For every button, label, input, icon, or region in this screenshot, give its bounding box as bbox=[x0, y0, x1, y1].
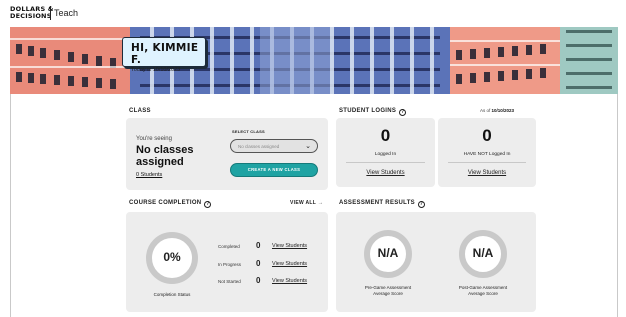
completion-status-caption: Completion Status bbox=[153, 292, 191, 297]
seeing-label: You're seeing bbox=[136, 136, 172, 142]
student-logins-title: STUDENT LOGINS bbox=[339, 108, 397, 114]
status-row-view-students-link[interactable]: View Students bbox=[272, 261, 307, 267]
greeting-card: HI, KIMMIE F. Today is 10/10/2023 bbox=[122, 37, 206, 73]
post-assessment-score: N/A bbox=[472, 246, 494, 260]
logged-in-divider bbox=[346, 162, 425, 163]
brand-logo[interactable]: DOLLARS & DECISIONS bbox=[10, 6, 54, 20]
status-row-count: 0 bbox=[256, 259, 261, 268]
greeting-title: HI, KIMMIE F. bbox=[131, 42, 199, 66]
building-illustration bbox=[10, 16, 618, 94]
logged-in-count: 0 bbox=[380, 126, 391, 145]
chevron-down-icon: ⌄ bbox=[305, 143, 311, 150]
course-completion-title: COURSE COMPLETION bbox=[129, 200, 202, 206]
student-logins-heading: STUDENT LOGINS? bbox=[339, 108, 407, 116]
post-assessment-caption-line2: Average Score bbox=[468, 291, 498, 296]
logged-in-label: Logged In bbox=[374, 152, 397, 157]
logo-line-2: DECISIONS bbox=[10, 12, 52, 20]
status-row-view-students-link[interactable]: View Students bbox=[272, 243, 307, 249]
status-row-count: 0 bbox=[256, 276, 261, 285]
as-of-date: As of 10/10/2023 bbox=[480, 108, 514, 113]
status-row-count: 0 bbox=[256, 241, 261, 250]
help-icon[interactable]: ? bbox=[204, 201, 212, 208]
greeting-date: Today is 10/10/2023 bbox=[131, 67, 181, 73]
course-completion-heading: COURSE COMPLETION? bbox=[129, 200, 212, 208]
view-all-link[interactable]: VIEW ALL → bbox=[290, 200, 323, 206]
logo-divider bbox=[50, 6, 51, 20]
not-logged-in-divider bbox=[448, 162, 526, 163]
top-bar: DOLLARS & DECISIONS Teach bbox=[0, 0, 626, 27]
class-select-value: No classes assigned bbox=[238, 144, 280, 149]
assessment-heading: ASSESSMENT RESULTS? bbox=[339, 200, 425, 208]
help-icon[interactable]: ? bbox=[417, 201, 425, 208]
status-row-label: In Progress bbox=[218, 262, 242, 267]
content-border-right bbox=[617, 94, 618, 317]
assessment-title: ASSESSMENT RESULTS bbox=[339, 200, 415, 206]
hero-banner bbox=[10, 16, 618, 94]
class-heading: CLASS bbox=[129, 108, 151, 114]
pre-assessment-score: N/A bbox=[377, 246, 399, 260]
product-name: Teach bbox=[54, 8, 79, 18]
select-class-label: SELECT CLASS bbox=[232, 129, 265, 134]
not-logged-in-label: HAVE NOT Logged In bbox=[463, 152, 511, 157]
not-logged-in-view-students-link[interactable]: View Students bbox=[438, 170, 536, 176]
current-class-name: No classes assigned bbox=[136, 144, 194, 168]
pre-assessment-caption-line2: Average Score bbox=[373, 291, 403, 296]
post-assessment-caption: Post-Game Assessment Average Score bbox=[439, 285, 527, 297]
as-of-value: 10/10/2023 bbox=[491, 108, 515, 113]
status-row-label: Not Started bbox=[218, 279, 241, 284]
students-count-link[interactable]: 0 Students bbox=[136, 172, 162, 178]
status-row-view-students-link[interactable]: View Students bbox=[272, 278, 307, 284]
create-class-button[interactable]: CREATE A NEW CLASS bbox=[230, 163, 318, 177]
status-row-label: Completed bbox=[218, 244, 240, 249]
completion-percent: 0% bbox=[163, 250, 181, 264]
as-of-prefix: As of bbox=[480, 108, 491, 113]
content-border-left bbox=[10, 94, 11, 317]
not-logged-in-count: 0 bbox=[482, 126, 492, 145]
help-icon[interactable]: ? bbox=[399, 109, 407, 116]
class-select[interactable]: No classes assigned ⌄ bbox=[230, 139, 318, 153]
logged-in-view-students-link[interactable]: View Students bbox=[336, 170, 435, 176]
pre-assessment-caption: Pre-Game Assessment Average Score bbox=[344, 285, 432, 297]
